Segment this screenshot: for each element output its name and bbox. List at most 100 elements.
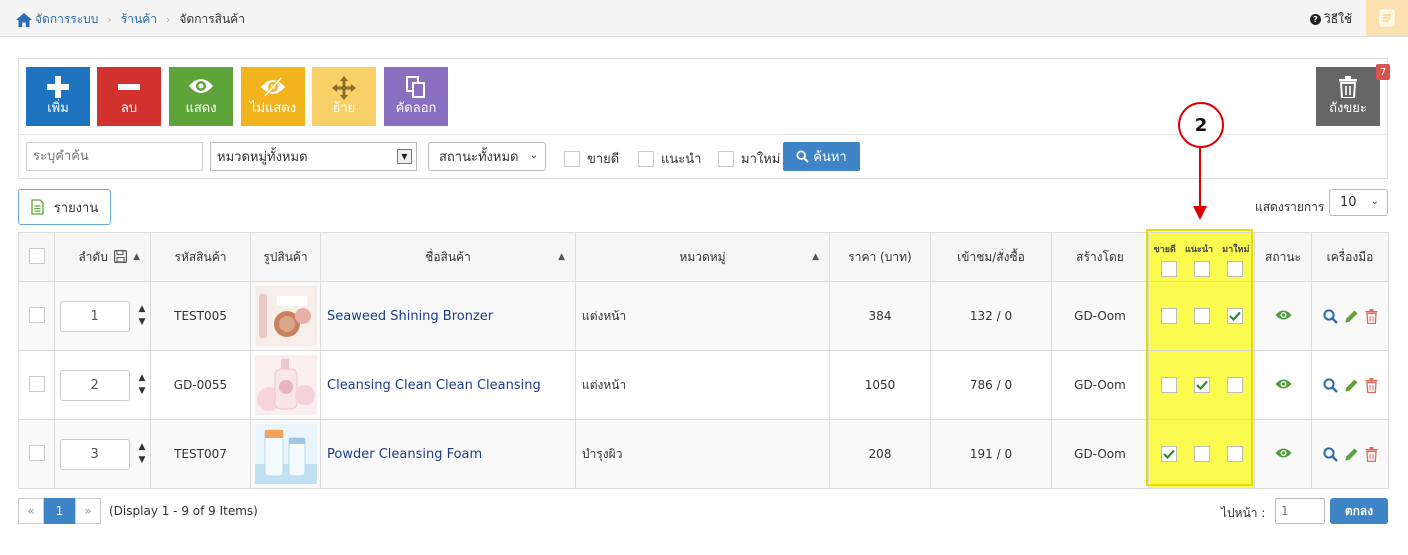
views-header: เข้าชม/สั่งซื้อ (930, 232, 1052, 282)
eye-icon[interactable] (1275, 309, 1292, 321)
annotation-arrow (1193, 148, 1207, 220)
notepad-icon (1379, 9, 1395, 27)
order-input[interactable]: 3 (59, 438, 130, 470)
category-select[interactable]: หมวดหมู่ทั้งหมด ▼ (210, 142, 417, 171)
trash-button[interactable]: ถังขยะ (1316, 67, 1380, 126)
product-name-link[interactable]: Seaweed Shining Bronzer (321, 309, 493, 324)
caret-up-icon[interactable]: ▲ (138, 372, 145, 385)
product-thumbnail[interactable] (254, 424, 317, 484)
order-cell: 2 ▲ ▼ (54, 350, 151, 420)
flag-new-checkbox[interactable] (1226, 446, 1243, 462)
creator-link[interactable]: GD-Oom (1074, 378, 1126, 392)
hide-button[interactable]: ไม่แสดง (241, 67, 305, 126)
bestseller-filter[interactable]: ขายดี (564, 148, 619, 169)
trash-icon[interactable] (1365, 446, 1378, 462)
caret-down-icon[interactable]: ▼ (138, 316, 145, 329)
flag-bestseller-checkbox[interactable] (1160, 308, 1177, 324)
pencil-icon[interactable] (1344, 309, 1359, 324)
row-checkbox[interactable] (28, 375, 45, 392)
category-header[interactable]: หมวดหมู่ ▲ (575, 232, 830, 282)
order-stepper[interactable]: ▲ ▼ (138, 372, 145, 398)
caret-up-icon[interactable]: ▲ (138, 303, 145, 316)
eye-icon[interactable] (1275, 378, 1292, 390)
flag-recommended-checkbox[interactable] (1193, 308, 1210, 324)
order-header[interactable]: ลำดับ ▲ (54, 232, 151, 282)
product-name-link[interactable]: Cleansing Clean Clean Cleansing (321, 378, 541, 393)
prev-page-button[interactable]: « (18, 498, 44, 524)
search-input[interactable] (26, 142, 203, 171)
order-stepper[interactable]: ▲ ▼ (138, 303, 145, 329)
trash-icon[interactable] (1365, 377, 1378, 393)
product-name-link[interactable]: Powder Cleansing Foam (321, 447, 482, 462)
page-button[interactable]: 1 (44, 498, 75, 524)
next-page-button[interactable]: » (75, 498, 101, 524)
views-cell: 191 / 0 (930, 419, 1052, 489)
order-stepper[interactable]: ▲ ▼ (138, 441, 145, 467)
add-button[interactable]: เพิ่ม (26, 67, 90, 126)
page-size-select[interactable]: 10 ⌄ (1329, 189, 1388, 216)
select-all-checkbox[interactable] (28, 247, 45, 264)
order-input[interactable]: 1 (59, 300, 130, 332)
flag-recommended-all-checkbox[interactable] (1193, 260, 1210, 277)
pencil-icon[interactable] (1344, 378, 1359, 393)
show-button[interactable]: แสดง (169, 67, 233, 126)
help-link[interactable]: ? วิธีใช้ (1310, 10, 1352, 29)
breadcrumb-shop[interactable]: ร้านค้า (121, 10, 157, 29)
recommended-filter[interactable]: แนะนำ (638, 148, 701, 169)
creator-link[interactable]: GD-Oom (1074, 447, 1126, 461)
eye-icon[interactable] (1275, 447, 1292, 459)
breadcrumb-home-link[interactable]: จัดการระบบ (35, 10, 98, 29)
category-header-label: หมวดหมู่ (679, 249, 726, 264)
breadcrumb-home[interactable]: จัดการระบบ (16, 10, 98, 29)
order-header-label: ลำดับ (78, 249, 108, 264)
views-cell: 132 / 0 (930, 281, 1052, 351)
name-header[interactable]: ชื่อสินค้า ▲ (320, 232, 576, 282)
row-checkbox[interactable] (28, 306, 45, 323)
flag-bestseller-checkbox[interactable] (1160, 446, 1177, 462)
creator-link[interactable]: GD-Oom (1074, 309, 1126, 323)
pencil-icon[interactable] (1344, 447, 1359, 462)
flag-bestseller-all-checkbox[interactable] (1160, 260, 1177, 277)
views-cell: 786 / 0 (930, 350, 1052, 420)
goto-page-input[interactable] (1275, 498, 1325, 524)
row-checkbox[interactable] (28, 444, 45, 461)
flag-new-checkbox[interactable] (1226, 377, 1243, 393)
flag-recommended-checkbox[interactable] (1193, 377, 1210, 393)
search-icon[interactable] (1322, 377, 1338, 393)
flag-new-checkbox[interactable] (1226, 308, 1243, 324)
creator-header: สร้างโดย (1051, 232, 1149, 282)
copy-button[interactable]: คัดลอก (384, 67, 448, 126)
flag-bestseller-checkbox[interactable] (1160, 377, 1177, 393)
category-cell: แต่งหน้า (575, 350, 830, 420)
caret-down-icon[interactable]: ▼ (138, 454, 145, 467)
top-bar: จัดการระบบ › ร้านค้า › จัดการสินค้า ? วิ… (0, 0, 1408, 37)
status-select[interactable]: สถานะทั้งหมด ⌄ (428, 142, 546, 171)
caret-up-icon[interactable]: ▲ (138, 441, 145, 454)
chevron-down-icon: ⌄ (529, 150, 538, 161)
flag-new-all-checkbox[interactable] (1226, 260, 1243, 277)
bestseller-checkbox[interactable] (564, 150, 580, 167)
search-icon[interactable] (1322, 308, 1338, 324)
code-cell: GD-0055 (150, 350, 251, 420)
search-button[interactable]: ค้นหา (783, 142, 860, 171)
notepad-button[interactable] (1366, 0, 1408, 36)
new-checkbox[interactable] (718, 150, 734, 167)
product-thumbnail[interactable] (254, 355, 317, 415)
flag-recommended-checkbox[interactable] (1193, 446, 1210, 462)
new-filter[interactable]: มาใหม่ (718, 148, 780, 169)
search-icon[interactable] (1322, 446, 1338, 462)
question-icon: ? (1310, 14, 1321, 25)
save-icon[interactable] (113, 249, 127, 263)
recommended-checkbox[interactable] (638, 150, 654, 167)
goto-ok-button[interactable]: ตกลง (1330, 498, 1388, 524)
show-label: แสดง (185, 101, 217, 116)
delete-button[interactable]: ลบ (97, 67, 161, 126)
annotation-marker: 2 (1178, 102, 1224, 148)
trash-icon[interactable] (1365, 308, 1378, 324)
caret-down-icon[interactable]: ▼ (138, 385, 145, 398)
move-button[interactable]: ย้าย (312, 67, 376, 126)
order-input[interactable]: 2 (59, 369, 130, 401)
status-cell (1254, 281, 1312, 351)
report-button[interactable]: รายงาน (18, 189, 111, 225)
product-thumbnail[interactable] (254, 286, 317, 346)
